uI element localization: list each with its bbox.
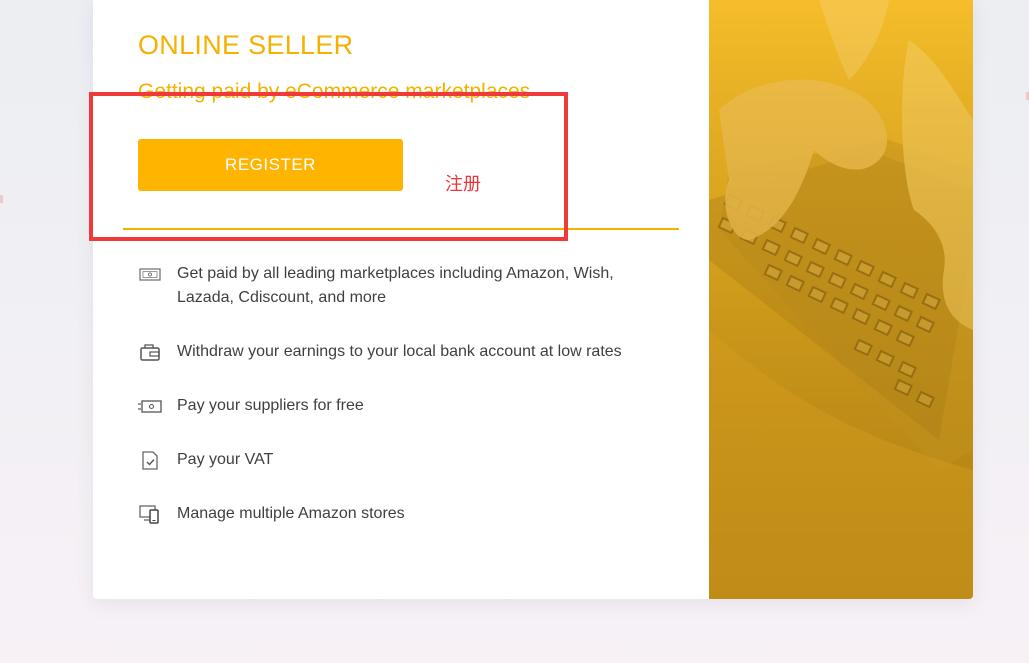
feature-text: Manage multiple Amazon stores	[177, 505, 405, 522]
feature-item: Withdraw your earnings to your local ban…	[138, 340, 657, 364]
feature-item: Manage multiple Amazon stores	[138, 502, 657, 526]
laptop-illustration	[709, 0, 973, 599]
edge-marker	[0, 195, 3, 203]
laptop-photo	[709, 0, 973, 599]
devices-icon	[139, 505, 159, 524]
feature-item: Pay your VAT	[138, 448, 657, 472]
document-check-icon	[142, 451, 158, 470]
money-transfer-icon	[138, 400, 162, 413]
online-seller-card: ONLINE SELLER Getting paid by eCommerce …	[93, 0, 973, 599]
wallet-icon	[140, 344, 160, 361]
card-title: ONLINE SELLER	[138, 30, 354, 60]
feature-text: Withdraw your earnings to your local ban…	[177, 343, 622, 360]
feature-text: Pay your VAT	[177, 451, 274, 468]
annotation-box	[89, 92, 568, 241]
feature-item: Pay your suppliers for free	[138, 394, 657, 418]
cash-icon	[139, 268, 161, 281]
annotation-label: 注册	[445, 174, 481, 194]
feature-text: Get paid by all leading marketplaces inc…	[177, 265, 614, 306]
feature-item: Get paid by all leading marketplaces inc…	[138, 262, 657, 310]
feature-text: Pay your suppliers for free	[177, 397, 364, 414]
